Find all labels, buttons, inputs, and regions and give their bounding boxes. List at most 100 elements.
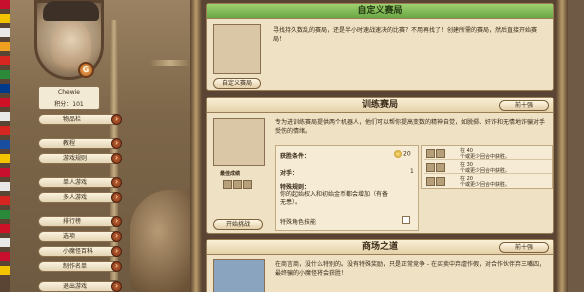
menu-item-multiplayer[interactable]: 多人游戏	[38, 192, 122, 203]
training-match-panel: 训练赛局 前十强 专为进训练赛局提供两个机器人，他们可以帮你提高变数的精神自觉，…	[206, 97, 554, 234]
menu-item-options[interactable]: 选项	[38, 231, 122, 242]
slot-icon	[436, 177, 445, 186]
slot-icon	[233, 180, 242, 189]
chevron-right-icon	[111, 177, 122, 188]
reward-row: 在 40 个或更少回合中获胜。	[424, 147, 552, 160]
flag-icon[interactable]	[0, 28, 10, 37]
chevron-right-icon	[111, 153, 122, 164]
slot-icon	[436, 163, 445, 172]
custom-match-title: 自定义赛局	[207, 4, 553, 19]
frame-left-edge	[190, 0, 202, 292]
chevron-right-icon	[111, 192, 122, 203]
custom-match-thumbnail	[213, 24, 261, 74]
menu-item-encyclopedia[interactable]: 小魔怪百科	[38, 246, 122, 257]
flag-icon[interactable]	[0, 140, 10, 149]
opponent-label: 对手：	[280, 170, 299, 177]
slot-icon	[223, 180, 232, 189]
mall-top10-button[interactable]: 前十强	[499, 242, 549, 253]
start-challenge-button[interactable]: 开始挑战	[213, 219, 263, 230]
best-score-slots	[223, 180, 253, 191]
win-condition-label: 获胜条件：	[280, 153, 311, 160]
score: 积分：101	[39, 99, 99, 108]
menu-item-label: 单人游戏	[63, 179, 88, 186]
flag-icon[interactable]	[0, 196, 10, 205]
opponent-value: 1	[410, 168, 414, 175]
chevron-right-icon	[111, 231, 122, 242]
flag-icon[interactable]	[0, 98, 10, 107]
menu-item-label: 退出游戏	[63, 283, 88, 290]
language-flag-strip	[0, 0, 10, 292]
flag-icon[interactable]	[0, 238, 10, 247]
menu-item-credits[interactable]: 制作名单	[38, 261, 122, 272]
custom-match-description: 寻找持久数乱的赛局，还是半小时速战速决的比赛？不用再找了！创建所需的赛局，然后直…	[273, 27, 538, 43]
flag-icon[interactable]	[0, 182, 10, 191]
menu-item-label: 教程	[63, 140, 76, 147]
username: Chewie	[58, 89, 80, 96]
menu-item-leaderboard[interactable]: 排行榜	[38, 216, 122, 227]
reward-text: 个或更少回合中获胜。	[460, 182, 511, 188]
flag-icon[interactable]	[0, 0, 10, 9]
flag-icon[interactable]	[0, 210, 10, 219]
training-match-description: 专为进训练赛局提供两个机器人，他们可以帮你提高变数的精神自觉，如脱掷、奸诈和无情…	[275, 119, 546, 135]
slot-icon	[426, 163, 435, 172]
scroll-gutter	[568, 0, 584, 292]
reward-row: 在 30 个或更少回合中获胜。	[424, 161, 552, 174]
special-skill-label: 特殊角色技能	[280, 219, 317, 226]
flag-icon[interactable]	[0, 266, 10, 275]
flag-icon[interactable]	[0, 56, 10, 65]
custom-match-panel: 自定义赛局 寻找持久数乱的赛局，还是半小时速战速决的比赛？不用再找了！创建所需的…	[206, 3, 554, 91]
flag-icon[interactable]	[0, 168, 10, 177]
chevron-right-icon	[111, 261, 122, 272]
menu-item-label: 选项	[63, 233, 76, 240]
sidebar: G Chewie 积分：101 物品栏 教程 游戏规则 单人游戏 多人游戏 排行…	[10, 0, 200, 292]
rewards-box: 在 40 个或更少回合中获胜。 在 30 个或更少回合中获胜。 在 20 个或更…	[421, 145, 553, 189]
menu-item-label: 排行榜	[63, 218, 82, 225]
best-score-label: 最佳成绩	[220, 171, 241, 177]
menu-item-quit[interactable]: 退出游戏	[38, 281, 122, 292]
menu-item-singleplayer[interactable]: 单人游戏	[38, 177, 122, 188]
win-condition-value: 20	[394, 150, 411, 158]
flag-icon[interactable]	[0, 14, 10, 23]
custom-match-button[interactable]: 自定义赛局	[213, 78, 261, 89]
flag-icon[interactable]	[0, 42, 10, 51]
menu-item-label: 游戏规则	[63, 155, 88, 162]
flag-icon[interactable]	[0, 126, 10, 135]
score-label: 积分：	[54, 101, 73, 108]
flag-icon[interactable]	[0, 224, 10, 233]
special-skill-checkbox[interactable]	[402, 216, 410, 224]
reward-row: 在 20 个或更少回合中获胜。	[424, 175, 552, 188]
special-rules-value: 你的起始权入和初始金币都会增加（有备无患）。	[280, 191, 389, 206]
slot-icon	[436, 149, 445, 158]
reward-text: 个或更少回合中获胜。	[460, 154, 511, 160]
player-badge-icon: G	[78, 62, 94, 78]
reward-text: 个或更少回合中获胜。	[460, 168, 511, 174]
menu-item-label: 多人游戏	[63, 194, 88, 201]
frame-right-edge	[556, 0, 568, 292]
slot-icon	[426, 149, 435, 158]
mall-match-thumbnail	[213, 259, 265, 292]
chevron-right-icon	[111, 281, 122, 292]
training-match-thumbnail	[213, 118, 265, 166]
flag-icon[interactable]	[0, 112, 10, 121]
chevron-right-icon	[111, 246, 122, 257]
menu-item-rules[interactable]: 游戏规则	[38, 153, 122, 164]
flag-icon[interactable]	[0, 84, 10, 93]
coin-icon	[394, 150, 402, 158]
flag-icon[interactable]	[0, 70, 10, 79]
slot-icon	[243, 180, 252, 189]
menu-item-tutorial[interactable]: 教程	[38, 138, 122, 149]
menu-item-inventory[interactable]: 物品栏	[38, 114, 122, 125]
user-card: Chewie 积分：101	[38, 86, 100, 110]
special-rules-label: 特殊规则：	[280, 184, 311, 191]
rules-box: 获胜条件： 20 对手： 1 特殊规则： 你的起始权入和初始金币都会增加（有备无…	[275, 145, 419, 231]
chevron-right-icon	[111, 138, 122, 149]
menu-item-label: 小魔怪百科	[63, 248, 94, 255]
training-top10-button[interactable]: 前十强	[499, 100, 549, 111]
decor-pipe	[150, 60, 190, 66]
avatar-hat	[43, 1, 99, 21]
chevron-right-icon	[111, 216, 122, 227]
mall-match-description: 在商言商，没什么特别的。没有特殊奖励，只是正常竞争 - 在买卖中弃虐作假，对合作…	[275, 261, 545, 277]
flag-icon[interactable]	[0, 154, 10, 163]
flag-icon[interactable]	[0, 252, 10, 261]
chevron-right-icon	[111, 114, 122, 125]
